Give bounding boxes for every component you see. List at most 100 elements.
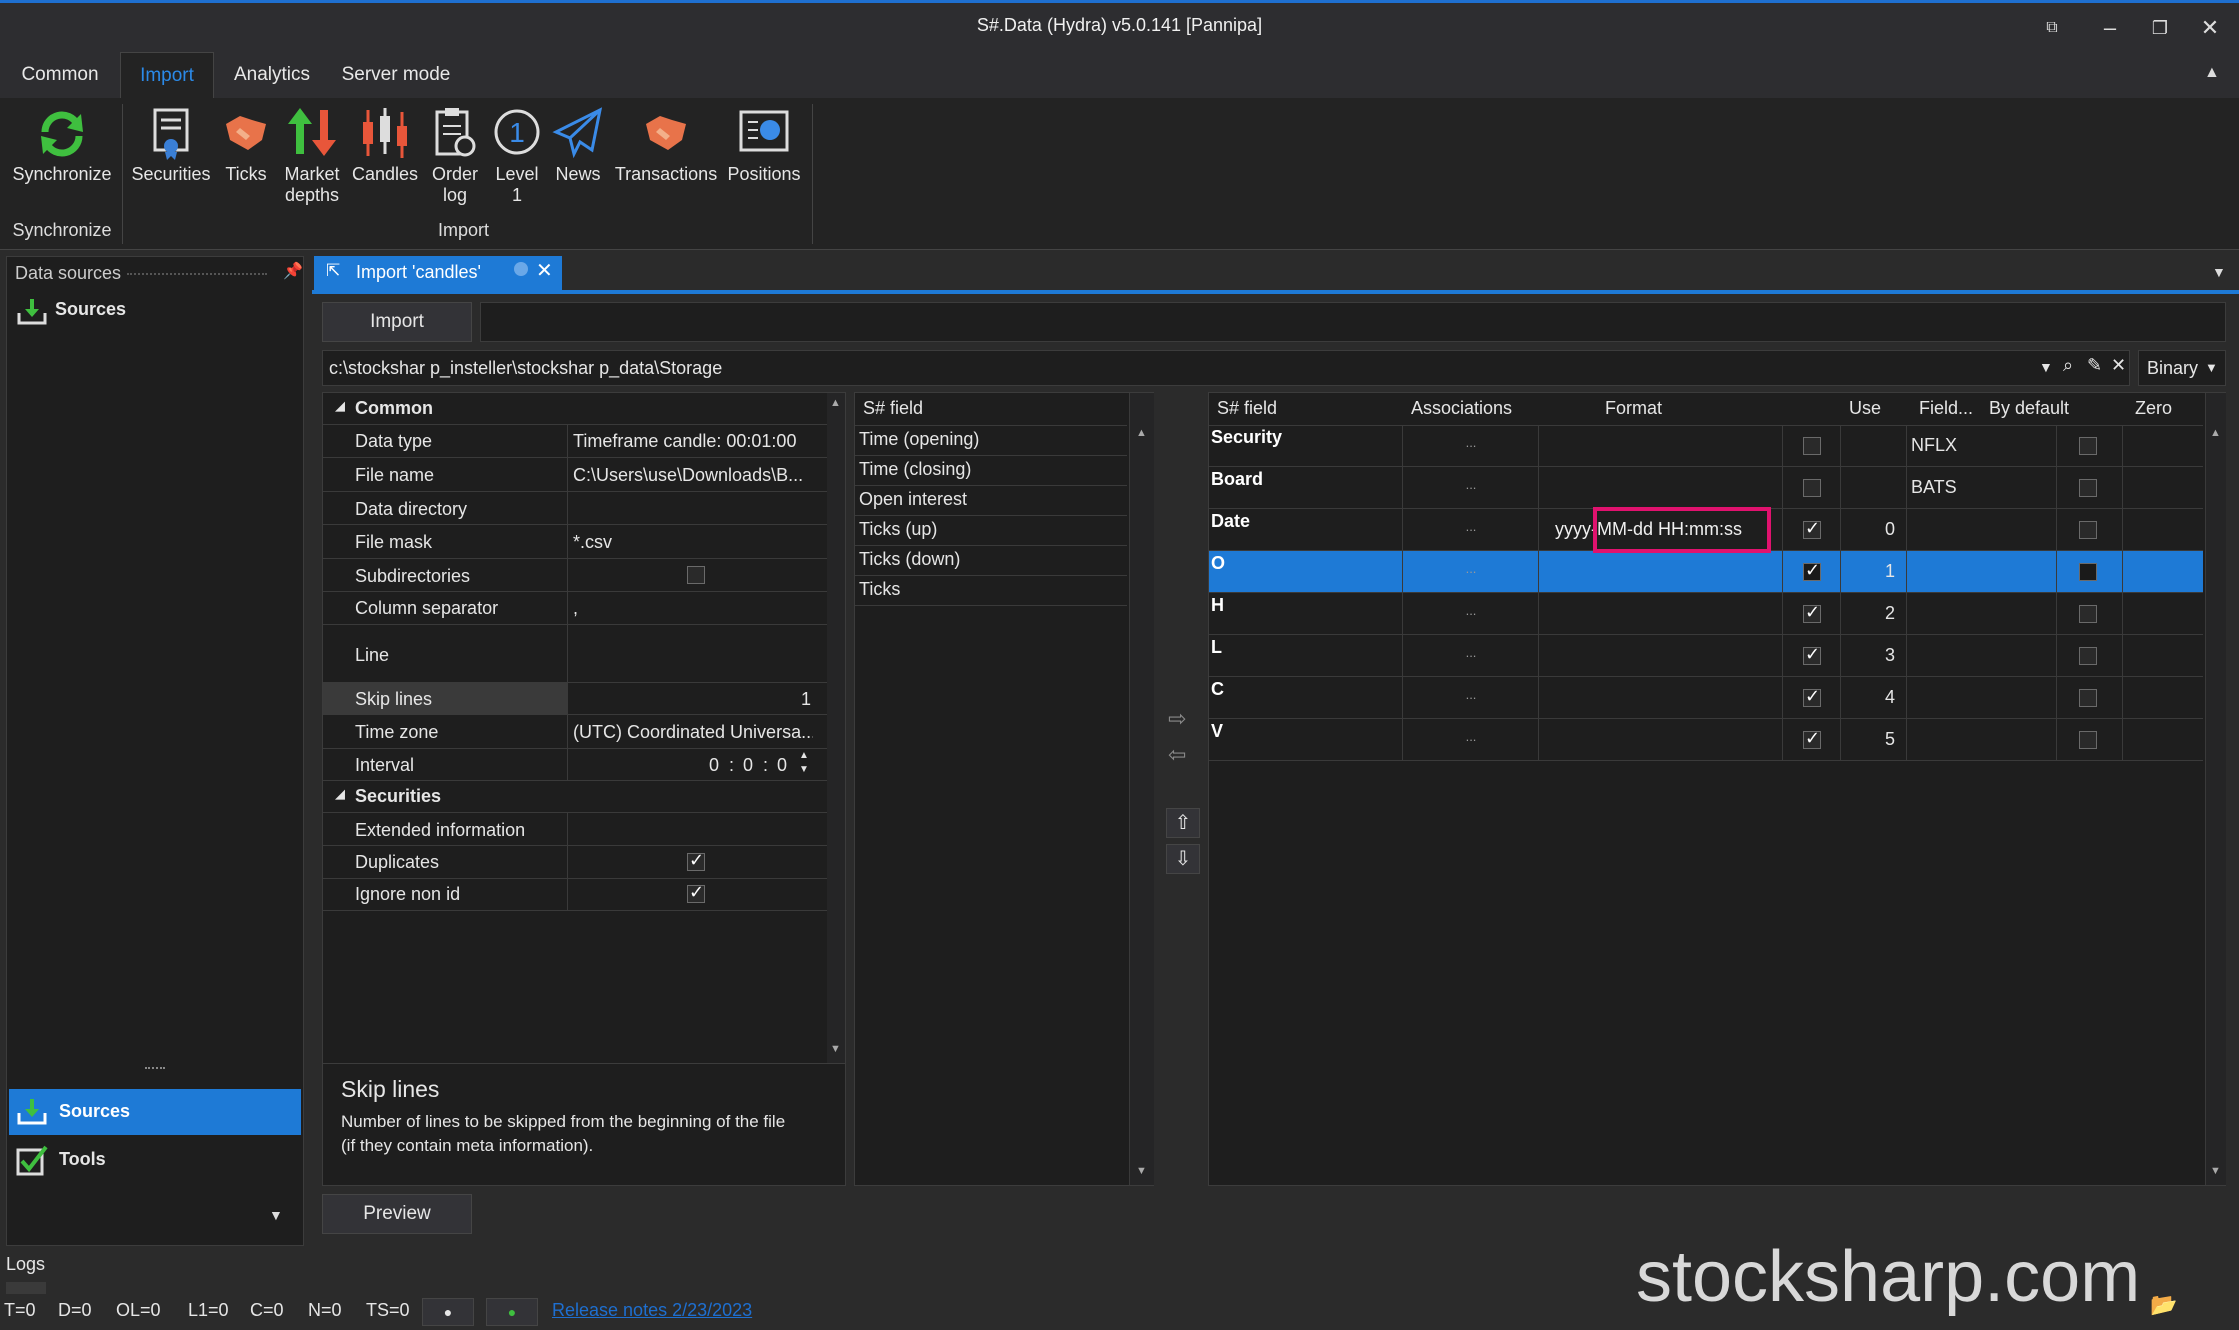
zero-checkbox[interactable] xyxy=(2079,605,2097,623)
news-button[interactable]: News xyxy=(550,106,606,185)
prop-row-column-separator[interactable]: Column separator , xyxy=(323,592,845,625)
zero-checkbox[interactable] xyxy=(2079,479,2097,497)
associations-button[interactable]: ... xyxy=(1403,519,1539,534)
nav-sources[interactable]: Sources xyxy=(9,1089,301,1135)
prop-value[interactable]: 1 xyxy=(801,689,811,710)
interval-spinner-icon[interactable]: ▲ ▼ xyxy=(799,749,809,777)
path-dropdown-icon[interactable]: ▼ xyxy=(2039,359,2053,375)
scroll-up-icon[interactable]: ▲ xyxy=(2210,427,2221,439)
table-row[interactable]: C... 4 xyxy=(1209,677,2203,719)
use-checkbox[interactable] xyxy=(1803,437,1821,455)
property-scrollbar[interactable]: ▲ ▼ xyxy=(827,393,845,1063)
prop-row-file-name[interactable]: File name C:\Users\use\Downloads\B... xyxy=(323,458,845,492)
associations-button[interactable]: ... xyxy=(1403,729,1539,744)
close-button[interactable]: ✕ xyxy=(2190,11,2230,45)
prop-row-data-directory[interactable]: Data directory xyxy=(323,492,845,525)
prop-row-extended-information[interactable]: Extended information xyxy=(323,813,845,846)
candles-button[interactable]: Candles xyxy=(350,106,420,185)
fields-scrollbar[interactable]: ▲ ▼ xyxy=(1129,393,1154,1185)
prop-row-duplicates[interactable]: Duplicates xyxy=(323,846,845,879)
edit-icon[interactable]: ✎ xyxy=(2087,355,2102,376)
zero-checkbox[interactable] xyxy=(2079,521,2097,539)
field-index[interactable]: 4 xyxy=(1863,687,1895,708)
category-common[interactable]: ◢ Common xyxy=(323,393,845,425)
associations-button[interactable]: ... xyxy=(1403,603,1539,618)
nav-tools[interactable]: Tools xyxy=(9,1137,301,1183)
ticks-button[interactable]: Ticks xyxy=(218,106,274,185)
column-header-by-default[interactable]: By default xyxy=(1989,398,2069,419)
securities-button[interactable]: Securities xyxy=(128,106,214,185)
column-header-zero[interactable]: Zero xyxy=(2135,398,2172,419)
prop-value[interactable]: (UTC) Coordinated Universa... xyxy=(573,722,813,743)
tab-close-icon[interactable]: ✕ xyxy=(536,258,553,283)
field-index[interactable]: 3 xyxy=(1863,645,1895,666)
associations-button[interactable]: ... xyxy=(1403,435,1539,450)
tab-list-chevron-icon[interactable]: ▼ xyxy=(2212,264,2226,280)
scroll-up-icon[interactable]: ▲ xyxy=(1136,427,1147,439)
connection-status-button[interactable]: ● xyxy=(486,1298,538,1326)
ignore-non-id-checkbox[interactable] xyxy=(687,882,705,903)
category-securities[interactable]: ◢ Securities xyxy=(323,781,845,813)
tab-pin-icon[interactable] xyxy=(514,262,528,276)
column-header-field-index[interactable]: Field... xyxy=(1919,398,1973,419)
interval-seconds[interactable]: 0 xyxy=(777,755,787,776)
prop-value[interactable]: Timeframe candle: 00:01:00 xyxy=(573,431,813,452)
synchronize-button[interactable]: Synchronize xyxy=(10,106,114,185)
prop-row-line[interactable]: Line xyxy=(323,625,845,683)
pin-icon[interactable]: 📌 xyxy=(283,261,303,281)
use-checkbox[interactable] xyxy=(1803,728,1821,749)
settings-status-button[interactable]: ● xyxy=(422,1298,474,1326)
prop-row-data-type[interactable]: Data type Timeframe candle: 00:01:00 xyxy=(323,425,845,458)
use-checkbox[interactable] xyxy=(1803,686,1821,707)
chevron-down-icon[interactable]: ▼ xyxy=(269,1207,283,1223)
field-index[interactable]: 1 xyxy=(1863,561,1895,582)
tree-item-sources[interactable]: Sources xyxy=(13,297,293,327)
positions-button[interactable]: Positions xyxy=(724,106,804,185)
level1-button[interactable]: 1 Level 1 xyxy=(490,106,544,206)
add-field-arrow-icon[interactable]: ⇨ xyxy=(1168,706,1186,732)
clear-icon[interactable]: ✕ xyxy=(2111,355,2126,376)
associations-button[interactable]: ... xyxy=(1403,645,1539,660)
table-row[interactable]: Security... NFLX xyxy=(1209,425,2203,467)
table-row[interactable]: H... 2 xyxy=(1209,593,2203,635)
splitter-grip[interactable] xyxy=(145,1067,165,1069)
list-item[interactable]: Ticks (up) xyxy=(855,515,1127,546)
list-item[interactable]: Open interest xyxy=(855,485,1127,516)
folder-icon[interactable]: 📂 xyxy=(2150,1292,2177,1318)
list-item[interactable]: Ticks xyxy=(855,575,1127,606)
list-item[interactable]: Time (opening) xyxy=(855,425,1127,456)
interval-hours[interactable]: 0 xyxy=(709,755,719,776)
scroll-down-icon[interactable]: ▼ xyxy=(1136,1165,1147,1177)
market-depths-button[interactable]: Market depths xyxy=(280,106,344,206)
column-header-field[interactable]: S# field xyxy=(1217,398,1277,419)
zero-checkbox[interactable] xyxy=(2079,731,2097,749)
duplicates-checkbox[interactable] xyxy=(687,850,705,871)
storage-path-field[interactable]: c:\stockshar p_insteller\stockshar p_dat… xyxy=(322,350,2130,386)
logs-tab[interactable] xyxy=(6,1282,46,1294)
associations-button[interactable]: ... xyxy=(1403,687,1539,702)
column-header-associations[interactable]: Associations xyxy=(1411,398,1512,419)
grid-scrollbar[interactable]: ▲ ▼ xyxy=(2205,393,2226,1185)
zero-checkbox[interactable] xyxy=(2079,437,2097,455)
zero-checkbox[interactable] xyxy=(2079,689,2097,707)
release-notes-link[interactable]: Release notes 2/23/2023 xyxy=(552,1300,752,1321)
use-checkbox[interactable] xyxy=(1803,518,1821,539)
prop-row-skip-lines[interactable]: Skip lines 1 xyxy=(323,683,845,715)
prop-row-time-zone[interactable]: Time zone (UTC) Coordinated Universa... xyxy=(323,715,845,749)
use-checkbox[interactable] xyxy=(1803,602,1821,623)
use-checkbox[interactable] xyxy=(1803,560,1821,581)
associations-button[interactable]: ... xyxy=(1403,477,1539,492)
prop-row-subdirectories[interactable]: Subdirectories xyxy=(323,559,845,592)
list-item[interactable]: Ticks (down) xyxy=(855,545,1127,576)
subdirectories-checkbox[interactable] xyxy=(687,566,705,584)
transactions-button[interactable]: Transactions xyxy=(612,106,720,185)
field-index[interactable]: 2 xyxy=(1863,603,1895,624)
scroll-down-icon[interactable]: ▼ xyxy=(2210,1165,2221,1177)
import-button[interactable]: Import xyxy=(322,302,472,342)
search-icon[interactable]: ⌕ xyxy=(2063,355,2073,376)
remove-field-arrow-icon[interactable]: ⇦ xyxy=(1168,742,1186,768)
column-header-use[interactable]: Use xyxy=(1849,398,1881,419)
preview-button[interactable]: Preview xyxy=(322,1194,472,1234)
tab-common[interactable]: Common xyxy=(8,52,112,98)
order-log-button[interactable]: Order log xyxy=(426,106,484,206)
